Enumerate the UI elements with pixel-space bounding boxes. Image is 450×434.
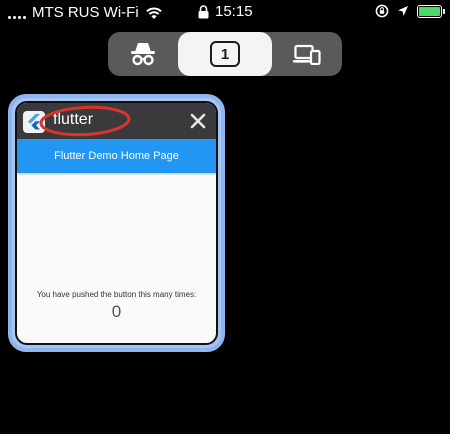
devices-icon xyxy=(293,44,321,65)
close-tab-button[interactable] xyxy=(186,109,210,133)
battery-icon xyxy=(417,4,445,18)
tab-card[interactable]: flutter Flutter Demo Home Page You have … xyxy=(8,94,225,352)
private-browsing-icon xyxy=(131,43,155,66)
tab-mode-switcher: 1 xyxy=(108,32,342,76)
tab-count-icon: 1 xyxy=(210,41,240,67)
status-left: MTS RUS Wi-Fi xyxy=(8,4,163,21)
clock: 15:15 xyxy=(215,3,253,20)
app-bar-title: Flutter Demo Home Page xyxy=(54,150,179,162)
battery-fill xyxy=(419,6,440,16)
status-right xyxy=(375,4,445,18)
devices-button[interactable] xyxy=(272,32,342,76)
tab-card-preview: flutter Flutter Demo Home Page You have … xyxy=(15,101,218,345)
location-arrow-icon xyxy=(398,6,408,16)
red-circle-annotation xyxy=(39,105,131,137)
carrier-label: MTS RUS Wi-Fi xyxy=(32,4,139,21)
orientation-lock-icon xyxy=(375,4,389,18)
wifi-icon xyxy=(145,7,162,19)
counter-value: 0 xyxy=(111,302,122,321)
tabs-button[interactable]: 1 xyxy=(178,32,272,76)
status-center: 15:15 xyxy=(198,3,253,20)
signal-icon xyxy=(8,7,26,19)
lock-icon xyxy=(198,4,209,18)
counter-message: You have pushed the button this many tim… xyxy=(36,290,197,299)
status-bar: MTS RUS Wi-Fi 15:15 xyxy=(0,0,450,26)
private-browsing-button[interactable] xyxy=(108,32,178,76)
app-bar: Flutter Demo Home Page xyxy=(17,139,216,173)
tab-card-header: flutter xyxy=(17,103,216,139)
close-icon xyxy=(190,113,206,129)
